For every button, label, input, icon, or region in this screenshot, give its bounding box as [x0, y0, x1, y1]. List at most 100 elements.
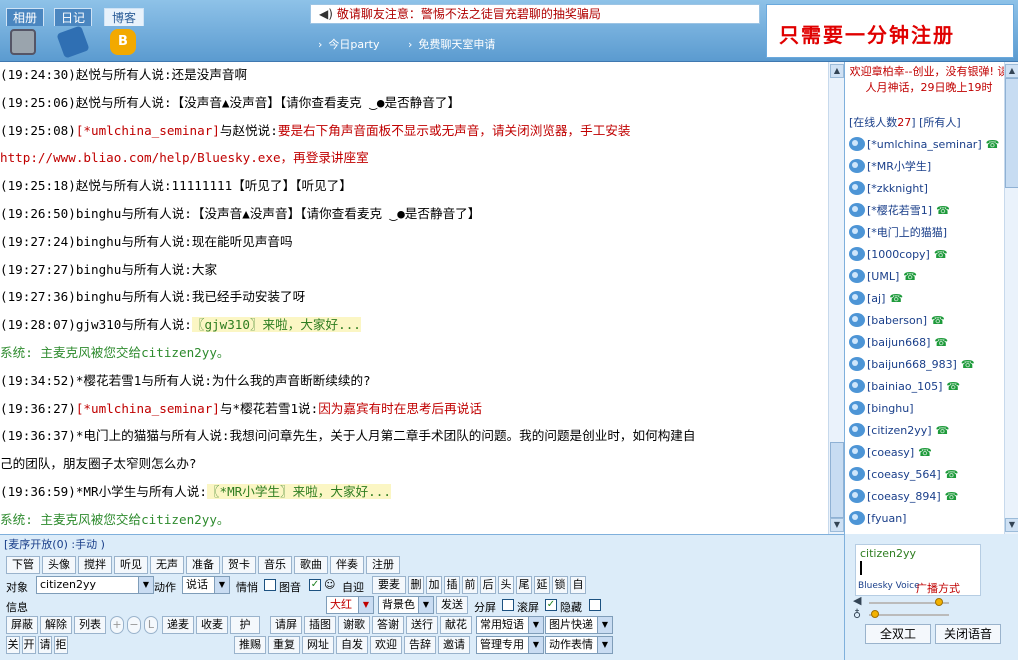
tab-diary[interactable]: 日记 [54, 8, 92, 26]
volume-knob[interactable] [935, 598, 943, 606]
row5b-button[interactable]: 邀请 [438, 636, 470, 654]
animation-select[interactable]: 动作表情 ▼ [545, 636, 613, 654]
row1-button[interactable]: 头像 [42, 556, 76, 574]
user-item[interactable]: [citizen2yy] ☎ [849, 420, 949, 440]
user-item[interactable]: [fyuan] [849, 508, 906, 528]
row5-button[interactable]: 关 [6, 636, 20, 654]
register-text[interactable]: 只需要一分钟注册 [779, 19, 955, 48]
user-item[interactable]: [binghu] [849, 398, 914, 418]
row5b-button[interactable]: 告辞 [404, 636, 436, 654]
row5-button[interactable]: 拒 [54, 636, 68, 654]
row4c-button[interactable]: 送行 [406, 616, 438, 634]
row1-button[interactable]: 无声 [150, 556, 184, 574]
row1-button[interactable]: 伴奏 [330, 556, 364, 574]
user-name[interactable]: [*樱花若雪1] [867, 202, 932, 218]
user-name[interactable]: [coeasy] [867, 446, 914, 459]
scroll-checkbox[interactable] [502, 599, 514, 611]
row1-button[interactable]: 音乐 [258, 556, 292, 574]
blog-icon[interactable]: B [110, 29, 136, 55]
user-name[interactable]: [coeasy_894] [867, 490, 941, 503]
row4b-button[interactable]: 递麦 [162, 616, 194, 634]
row1-button[interactable]: 贺卡 [222, 556, 256, 574]
row4b-button[interactable]: 护 [230, 616, 260, 634]
user-name[interactable]: [fyuan] [867, 512, 906, 525]
row2-button[interactable]: 加 [426, 576, 442, 594]
user-item[interactable]: [*umlchina_seminar] ☎ [849, 134, 999, 154]
row4a-button[interactable]: 列表 [74, 616, 106, 634]
close-voice-button[interactable]: 关闭语音 [935, 624, 1001, 644]
user-scrollbar[interactable]: ▲ ▼ [1004, 62, 1018, 534]
user-item[interactable]: [coeasy_894] ☎ [849, 486, 958, 506]
minus-icon[interactable]: − [127, 616, 141, 634]
row5b-button[interactable]: 网址 [302, 636, 334, 654]
extra-checkbox[interactable] [589, 599, 601, 611]
user-name[interactable]: [UML] [867, 270, 899, 283]
nav-free-room[interactable]: › 免费聊天室申请 [408, 36, 495, 52]
row2-button[interactable]: 后 [480, 576, 496, 594]
user-name[interactable]: [1000copy] [867, 248, 930, 261]
row5b-button[interactable]: 推赐 [234, 636, 266, 654]
color-select[interactable]: 大红 ▼ [326, 596, 374, 614]
row4c-button[interactable]: 献花 [440, 616, 472, 634]
user-name[interactable]: [baijun668_983] [867, 358, 957, 371]
scroll-down-icon[interactable]: ▼ [830, 518, 844, 532]
row2-button[interactable]: 删 [408, 576, 424, 594]
notebook-icon[interactable] [56, 25, 90, 59]
row2-button[interactable]: 插 [444, 576, 460, 594]
row1-button[interactable]: 注册 [366, 556, 400, 574]
row4c-button[interactable]: 插图 [304, 616, 336, 634]
row2-button[interactable]: 延 [534, 576, 550, 594]
user-item[interactable]: [aj] ☎ [849, 288, 903, 308]
row2-button[interactable]: 前 [462, 576, 478, 594]
row4b-button[interactable]: 收麦 [196, 616, 228, 634]
row5b-button[interactable]: 欢迎 [370, 636, 402, 654]
user-item[interactable]: [*樱花若雪1] ☎ [849, 200, 950, 220]
user-name[interactable]: [citizen2yy] [867, 424, 932, 437]
user-item[interactable]: [1000copy] ☎ [849, 244, 948, 264]
hide-checkbox[interactable]: ✓ [545, 599, 557, 611]
user-name[interactable]: [baberson] [867, 314, 927, 327]
tab-album[interactable]: 相册 [6, 8, 44, 26]
volume-slider[interactable] [869, 598, 949, 606]
mic-knob[interactable] [871, 610, 879, 618]
row1-button[interactable]: 下管 [6, 556, 40, 574]
user-item[interactable]: [baijun668_983] ☎ [849, 354, 975, 374]
user-item[interactable]: [*MR小学生] [849, 156, 931, 176]
mic-slider[interactable] [869, 610, 949, 618]
lock-small-icon[interactable]: L [144, 616, 158, 634]
row5b-button[interactable]: 自发 [336, 636, 368, 654]
user-item[interactable]: [coeasy] ☎ [849, 442, 932, 462]
action-select[interactable]: 说话 ▼ [182, 576, 230, 594]
row1-button[interactable]: 搅拌 [78, 556, 112, 574]
user-name[interactable]: [*电门上的猫猫] [867, 224, 947, 240]
row4c-button[interactable]: 答谢 [372, 616, 404, 634]
user-item[interactable]: [*电门上的猫猫] [849, 222, 947, 242]
target-select[interactable]: citizen2yy ▼ [36, 576, 154, 594]
user-name[interactable]: [*zkknight] [867, 182, 928, 195]
all-people-link[interactable]: [所有人] [919, 116, 961, 129]
image-checkbox[interactable] [264, 579, 276, 591]
chat-scrollbar[interactable]: ▲ ▼ [828, 62, 844, 534]
user-item[interactable]: [*zkknight] [849, 178, 928, 198]
camera-icon[interactable] [10, 29, 36, 55]
plus-icon[interactable]: + [110, 616, 124, 634]
row2-button[interactable]: 尾 [516, 576, 532, 594]
bg-select[interactable]: 背景色 ▼ [378, 596, 434, 614]
user-scroll-up-icon[interactable]: ▲ [1005, 64, 1018, 78]
scroll-up-icon[interactable]: ▲ [830, 64, 844, 78]
send-button[interactable]: 发送 [436, 596, 468, 614]
user-name[interactable]: [*umlchina_seminar] [867, 138, 982, 151]
tab-blog[interactable]: 博客 [104, 8, 144, 26]
user-scroll-down-icon[interactable]: ▼ [1005, 518, 1018, 532]
row2-button[interactable]: 要麦 [372, 576, 406, 594]
row2-button[interactable]: 头 [498, 576, 514, 594]
row1-button[interactable]: 听见 [114, 556, 148, 574]
user-item[interactable]: [UML] ☎ [849, 266, 917, 286]
row4a-button[interactable]: 解除 [40, 616, 72, 634]
row4c-button[interactable]: 谢歌 [338, 616, 370, 634]
row1-button[interactable]: 准备 [186, 556, 220, 574]
chat-scroll-thumb[interactable] [830, 442, 844, 518]
user-name[interactable]: [*MR小学生] [867, 158, 931, 174]
common-phrase-select[interactable]: 常用短语 ▼ [476, 616, 544, 634]
row4a-button[interactable]: 屏蔽 [6, 616, 38, 634]
